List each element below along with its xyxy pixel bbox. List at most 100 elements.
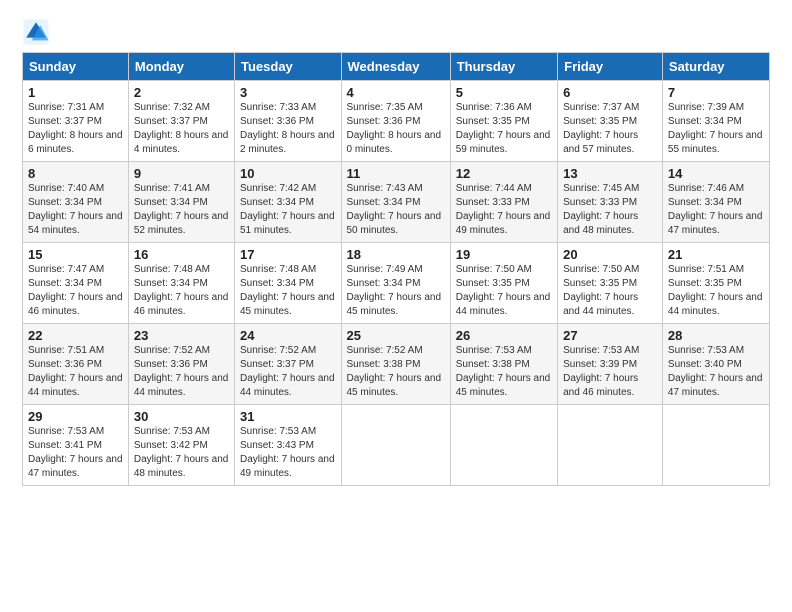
calendar-cell: 19Sunrise: 7:50 AMSunset: 3:35 PMDayligh…	[450, 243, 557, 324]
day-number: 10	[240, 166, 336, 181]
day-info: Sunrise: 7:45 AMSunset: 3:33 PMDaylight:…	[563, 182, 657, 238]
day-number: 13	[563, 166, 657, 181]
calendar-cell: 10Sunrise: 7:42 AMSunset: 3:34 PMDayligh…	[235, 162, 342, 243]
day-number: 12	[456, 166, 552, 181]
day-header-monday: Monday	[128, 53, 234, 81]
day-header-friday: Friday	[558, 53, 663, 81]
calendar-cell: 11Sunrise: 7:43 AMSunset: 3:34 PMDayligh…	[341, 162, 450, 243]
day-number: 2	[134, 85, 229, 100]
day-header-wednesday: Wednesday	[341, 53, 450, 81]
day-info: Sunrise: 7:53 AMSunset: 3:43 PMDaylight:…	[240, 425, 336, 481]
calendar-cell: 27Sunrise: 7:53 AMSunset: 3:39 PMDayligh…	[558, 324, 663, 405]
day-info: Sunrise: 7:46 AMSunset: 3:34 PMDaylight:…	[668, 182, 764, 238]
day-info: Sunrise: 7:47 AMSunset: 3:34 PMDaylight:…	[28, 263, 123, 319]
day-info: Sunrise: 7:52 AMSunset: 3:37 PMDaylight:…	[240, 344, 336, 400]
calendar-cell: 3Sunrise: 7:33 AMSunset: 3:36 PMDaylight…	[235, 81, 342, 162]
day-info: Sunrise: 7:35 AMSunset: 3:36 PMDaylight:…	[347, 101, 445, 157]
day-info: Sunrise: 7:31 AMSunset: 3:37 PMDaylight:…	[28, 101, 123, 157]
logo-icon	[22, 18, 50, 46]
day-info: Sunrise: 7:41 AMSunset: 3:34 PMDaylight:…	[134, 182, 229, 238]
calendar-cell: 16Sunrise: 7:48 AMSunset: 3:34 PMDayligh…	[128, 243, 234, 324]
calendar-cell: 6Sunrise: 7:37 AMSunset: 3:35 PMDaylight…	[558, 81, 663, 162]
day-header-saturday: Saturday	[662, 53, 769, 81]
calendar-cell: 12Sunrise: 7:44 AMSunset: 3:33 PMDayligh…	[450, 162, 557, 243]
logo	[22, 18, 54, 46]
day-number: 23	[134, 328, 229, 343]
calendar-cell	[341, 405, 450, 486]
calendar-cell: 22Sunrise: 7:51 AMSunset: 3:36 PMDayligh…	[23, 324, 129, 405]
day-info: Sunrise: 7:39 AMSunset: 3:34 PMDaylight:…	[668, 101, 764, 157]
calendar-week-2: 8Sunrise: 7:40 AMSunset: 3:34 PMDaylight…	[23, 162, 770, 243]
day-number: 30	[134, 409, 229, 424]
calendar-table: SundayMondayTuesdayWednesdayThursdayFrid…	[22, 52, 770, 486]
day-info: Sunrise: 7:37 AMSunset: 3:35 PMDaylight:…	[563, 101, 657, 157]
day-number: 26	[456, 328, 552, 343]
day-info: Sunrise: 7:50 AMSunset: 3:35 PMDaylight:…	[563, 263, 657, 319]
day-header-tuesday: Tuesday	[235, 53, 342, 81]
calendar-cell: 5Sunrise: 7:36 AMSunset: 3:35 PMDaylight…	[450, 81, 557, 162]
day-number: 6	[563, 85, 657, 100]
calendar-week-4: 22Sunrise: 7:51 AMSunset: 3:36 PMDayligh…	[23, 324, 770, 405]
day-info: Sunrise: 7:48 AMSunset: 3:34 PMDaylight:…	[240, 263, 336, 319]
calendar-cell: 29Sunrise: 7:53 AMSunset: 3:41 PMDayligh…	[23, 405, 129, 486]
day-info: Sunrise: 7:40 AMSunset: 3:34 PMDaylight:…	[28, 182, 123, 238]
day-number: 22	[28, 328, 123, 343]
calendar-cell	[662, 405, 769, 486]
day-info: Sunrise: 7:43 AMSunset: 3:34 PMDaylight:…	[347, 182, 445, 238]
day-info: Sunrise: 7:51 AMSunset: 3:35 PMDaylight:…	[668, 263, 764, 319]
day-number: 21	[668, 247, 764, 262]
calendar-week-1: 1Sunrise: 7:31 AMSunset: 3:37 PMDaylight…	[23, 81, 770, 162]
day-info: Sunrise: 7:53 AMSunset: 3:42 PMDaylight:…	[134, 425, 229, 481]
header	[22, 18, 770, 46]
calendar-cell: 2Sunrise: 7:32 AMSunset: 3:37 PMDaylight…	[128, 81, 234, 162]
calendar-week-5: 29Sunrise: 7:53 AMSunset: 3:41 PMDayligh…	[23, 405, 770, 486]
day-number: 20	[563, 247, 657, 262]
calendar-header-row: SundayMondayTuesdayWednesdayThursdayFrid…	[23, 53, 770, 81]
day-info: Sunrise: 7:53 AMSunset: 3:39 PMDaylight:…	[563, 344, 657, 400]
day-number: 5	[456, 85, 552, 100]
day-number: 19	[456, 247, 552, 262]
day-number: 16	[134, 247, 229, 262]
calendar-week-3: 15Sunrise: 7:47 AMSunset: 3:34 PMDayligh…	[23, 243, 770, 324]
calendar-cell: 7Sunrise: 7:39 AMSunset: 3:34 PMDaylight…	[662, 81, 769, 162]
day-number: 17	[240, 247, 336, 262]
day-info: Sunrise: 7:32 AMSunset: 3:37 PMDaylight:…	[134, 101, 229, 157]
calendar-cell: 17Sunrise: 7:48 AMSunset: 3:34 PMDayligh…	[235, 243, 342, 324]
day-number: 24	[240, 328, 336, 343]
calendar-cell: 28Sunrise: 7:53 AMSunset: 3:40 PMDayligh…	[662, 324, 769, 405]
day-info: Sunrise: 7:53 AMSunset: 3:38 PMDaylight:…	[456, 344, 552, 400]
calendar-cell: 24Sunrise: 7:52 AMSunset: 3:37 PMDayligh…	[235, 324, 342, 405]
calendar-cell: 9Sunrise: 7:41 AMSunset: 3:34 PMDaylight…	[128, 162, 234, 243]
calendar-cell: 21Sunrise: 7:51 AMSunset: 3:35 PMDayligh…	[662, 243, 769, 324]
page: SundayMondayTuesdayWednesdayThursdayFrid…	[0, 0, 792, 612]
calendar-cell: 4Sunrise: 7:35 AMSunset: 3:36 PMDaylight…	[341, 81, 450, 162]
day-info: Sunrise: 7:44 AMSunset: 3:33 PMDaylight:…	[456, 182, 552, 238]
calendar-cell: 14Sunrise: 7:46 AMSunset: 3:34 PMDayligh…	[662, 162, 769, 243]
day-number: 7	[668, 85, 764, 100]
day-number: 3	[240, 85, 336, 100]
calendar-cell: 25Sunrise: 7:52 AMSunset: 3:38 PMDayligh…	[341, 324, 450, 405]
day-info: Sunrise: 7:51 AMSunset: 3:36 PMDaylight:…	[28, 344, 123, 400]
calendar-cell: 23Sunrise: 7:52 AMSunset: 3:36 PMDayligh…	[128, 324, 234, 405]
day-header-thursday: Thursday	[450, 53, 557, 81]
day-number: 18	[347, 247, 445, 262]
calendar-cell	[450, 405, 557, 486]
day-info: Sunrise: 7:53 AMSunset: 3:41 PMDaylight:…	[28, 425, 123, 481]
day-info: Sunrise: 7:42 AMSunset: 3:34 PMDaylight:…	[240, 182, 336, 238]
calendar-cell: 13Sunrise: 7:45 AMSunset: 3:33 PMDayligh…	[558, 162, 663, 243]
calendar-cell	[558, 405, 663, 486]
day-info: Sunrise: 7:36 AMSunset: 3:35 PMDaylight:…	[456, 101, 552, 157]
day-number: 28	[668, 328, 764, 343]
day-info: Sunrise: 7:52 AMSunset: 3:36 PMDaylight:…	[134, 344, 229, 400]
calendar-cell: 1Sunrise: 7:31 AMSunset: 3:37 PMDaylight…	[23, 81, 129, 162]
day-info: Sunrise: 7:52 AMSunset: 3:38 PMDaylight:…	[347, 344, 445, 400]
day-info: Sunrise: 7:50 AMSunset: 3:35 PMDaylight:…	[456, 263, 552, 319]
calendar-cell: 8Sunrise: 7:40 AMSunset: 3:34 PMDaylight…	[23, 162, 129, 243]
day-number: 1	[28, 85, 123, 100]
day-number: 27	[563, 328, 657, 343]
day-info: Sunrise: 7:53 AMSunset: 3:40 PMDaylight:…	[668, 344, 764, 400]
day-number: 29	[28, 409, 123, 424]
day-number: 11	[347, 166, 445, 181]
day-info: Sunrise: 7:49 AMSunset: 3:34 PMDaylight:…	[347, 263, 445, 319]
calendar-cell: 20Sunrise: 7:50 AMSunset: 3:35 PMDayligh…	[558, 243, 663, 324]
